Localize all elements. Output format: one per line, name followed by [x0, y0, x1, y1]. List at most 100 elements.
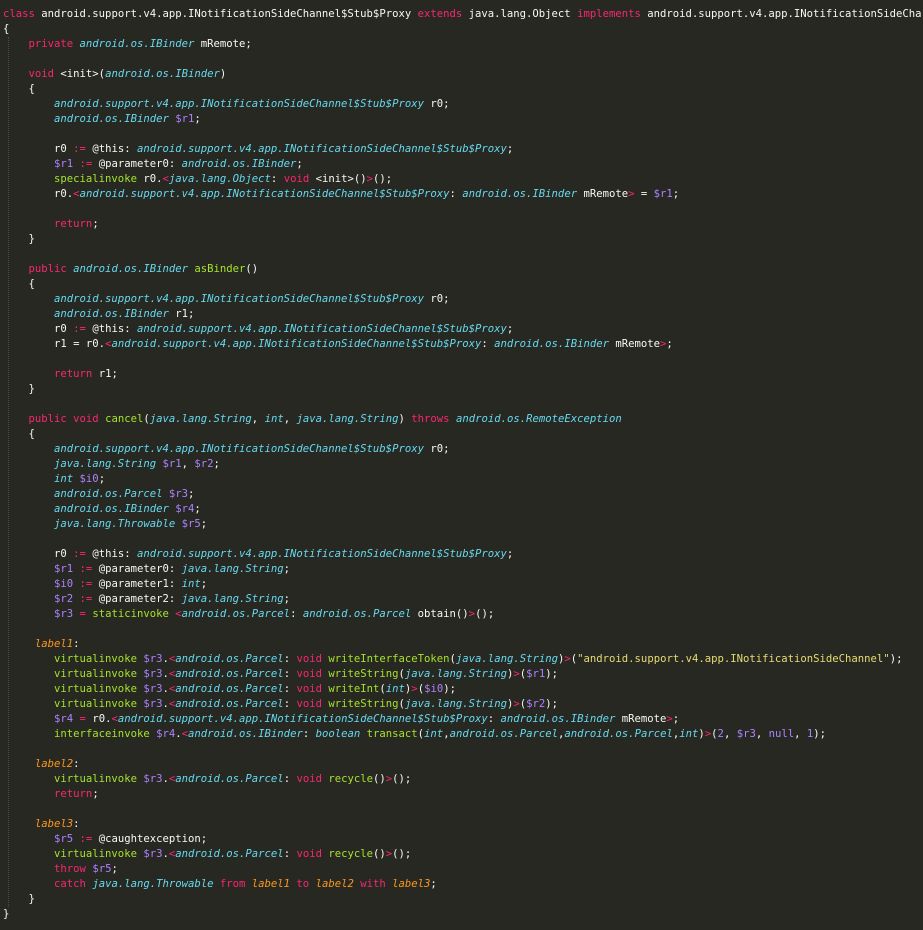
code-line: }: [3, 382, 921, 397]
code-line: virtualinvoke $r3.<android.os.Parcel: vo…: [3, 652, 921, 667]
code-token: :: [73, 758, 80, 770]
code-token: :: [283, 668, 297, 680]
code-token: int: [679, 728, 699, 740]
code-token: android.os.Parcel: [175, 668, 284, 680]
code-token: $r3: [143, 683, 163, 695]
code-token: android.support.v4.app.INotificationSide…: [647, 8, 921, 20]
code-token: $i0: [424, 683, 444, 695]
code-line: $r5 := @caughtexception;: [3, 832, 921, 847]
code-token: android.support.v4.app.INotificationSide…: [54, 293, 431, 305]
code-line: {: [3, 427, 921, 442]
code-token: "android.support.v4.app.INotificationSid…: [577, 653, 890, 665]
code-line: android.support.v4.app.INotificationSide…: [3, 97, 921, 112]
code-token: r0.: [143, 173, 163, 185]
code-token: :: [73, 638, 80, 650]
code-token: void: [296, 653, 329, 665]
code-editor[interactable]: class android.support.v4.app.INotificati…: [3, 7, 921, 922]
code-token: $r2: [194, 458, 214, 470]
code-line: label1:: [3, 637, 921, 652]
code-token: android.support.v4.app.INotificationSide…: [41, 8, 418, 20]
code-token: android.os.Parcel: [564, 728, 673, 740]
code-token: interfaceinvoke: [54, 728, 157, 740]
code-token: :=: [79, 578, 99, 590]
code-token: ;: [92, 788, 99, 800]
code-line: virtualinvoke $r3.<android.os.Parcel: vo…: [3, 667, 921, 682]
code-token: void: [296, 848, 329, 860]
code-line: $r1 := @parameter0: java.lang.String;: [3, 562, 921, 577]
code-token: android.os.Parcel: [175, 773, 284, 785]
code-token: r1;: [98, 368, 118, 380]
code-token: throw: [54, 863, 93, 875]
code-token: recycle: [328, 848, 373, 860]
code-token: writeString: [328, 698, 399, 710]
code-token: $r4: [54, 713, 80, 725]
code-token: );: [813, 728, 827, 740]
code-line: android.os.IBinder $r4;: [3, 502, 921, 517]
code-line: private android.os.IBinder mRemote;: [3, 37, 921, 52]
code-token: ();: [373, 173, 393, 185]
code-token: :: [283, 773, 297, 785]
code-token: ;: [506, 323, 514, 335]
code-token: $r2: [54, 593, 80, 605]
code-line: public void cancel(java.lang.String, int…: [3, 412, 921, 427]
code-token: mRemote;: [200, 38, 252, 50]
code-token: ,: [283, 413, 297, 425]
code-token: ;: [672, 188, 680, 200]
code-token: ,: [755, 728, 769, 740]
code-token: ;: [194, 503, 201, 515]
code-line: catch java.lang.Throwable from label1 to…: [3, 877, 921, 892]
code-token: catch: [54, 878, 93, 890]
code-token: r0: [54, 323, 74, 335]
code-token: specialinvoke: [54, 173, 144, 185]
code-token: writeString: [328, 668, 399, 680]
code-token: $i0: [54, 578, 80, 590]
code-token: $r1: [175, 113, 195, 125]
code-line: r1 = r0.<android.support.v4.app.INotific…: [3, 337, 921, 352]
code-token: >: [628, 188, 641, 200]
code-line: throw $r5;: [3, 862, 921, 877]
code-line: r0.<android.support.v4.app.INotification…: [3, 187, 921, 202]
code-token: ;: [672, 713, 680, 725]
code-token: java.lang.String: [181, 593, 284, 605]
code-line: android.os.Parcel $r3;: [3, 487, 921, 502]
code-token: mRemote: [615, 338, 660, 350]
code-token: :: [73, 818, 80, 830]
code-token: android.os.IBinder: [188, 728, 303, 740]
code-token: ;: [98, 473, 106, 485]
code-token: @caughtexception;: [98, 833, 208, 845]
code-line: virtualinvoke $r3.<android.os.Parcel: vo…: [3, 682, 921, 697]
code-token: $r3: [143, 848, 163, 860]
code-token: android.os.Parcel: [181, 608, 291, 620]
code-line: return;: [3, 787, 921, 802]
code-token: $r5: [92, 863, 112, 875]
code-token: ;: [200, 518, 208, 530]
code-line: }: [3, 907, 921, 922]
code-token: ,: [723, 728, 737, 740]
code-token: @parameter2:: [98, 593, 182, 605]
code-token: android.os.IBinder: [181, 158, 297, 170]
code-token: null: [768, 728, 795, 740]
code-line: android.support.v4.app.INotificationSide…: [3, 442, 921, 457]
code-token: );: [889, 653, 903, 665]
code-token: r0;: [430, 293, 450, 305]
code-token: $r1: [162, 458, 182, 470]
code-token: :: [270, 173, 284, 185]
code-token: r0: [54, 143, 74, 155]
code-token: android.os.IBinder: [500, 713, 622, 725]
